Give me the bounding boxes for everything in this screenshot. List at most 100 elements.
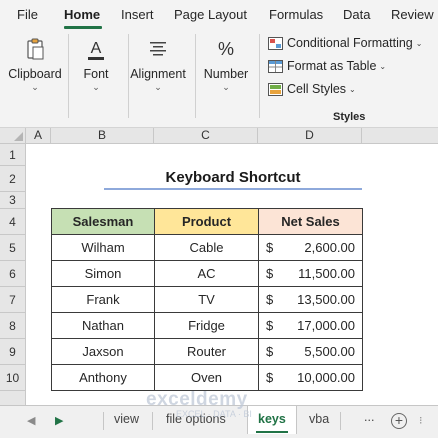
tab-formulas[interactable]: Formulas (269, 7, 323, 22)
watermark-tagline: EXCEL · DATA · BI (176, 409, 252, 419)
header-salesman[interactable]: Salesman (51, 208, 155, 235)
cell-product[interactable]: TV (154, 286, 259, 313)
cell-product[interactable]: AC (154, 260, 259, 287)
chevron-down-icon: ⌄ (379, 61, 387, 71)
table-row: Wilham Cable $2,600.00 (51, 234, 363, 261)
chevron-down-icon: ⌄ (222, 82, 230, 92)
cell-net-sales[interactable]: $10,000.00 (258, 364, 363, 391)
row-header-6[interactable]: 6 (0, 261, 26, 287)
number-button[interactable]: % Number ⌄ (191, 36, 261, 93)
column-header-empty (362, 128, 438, 144)
cell-product[interactable]: Oven (154, 364, 259, 391)
cell-salesman[interactable]: Nathan (51, 312, 155, 339)
table-row: Frank TV $13,500.00 (51, 286, 363, 313)
percent-icon: % (218, 39, 234, 59)
clipboard-icon (27, 38, 44, 60)
sheet-tab-keys[interactable]: keys (247, 406, 297, 434)
row-header-10[interactable]: 10 (0, 365, 26, 391)
amount-value: 5,500.00 (304, 344, 355, 359)
cell-net-sales[interactable]: $5,500.00 (258, 338, 363, 365)
cell-salesman[interactable]: Simon (51, 260, 155, 287)
sales-table: Salesman Product Net Sales Wilham Cable … (51, 208, 363, 391)
header-net-sales[interactable]: Net Sales (258, 208, 363, 235)
chevron-down-icon: ⌄ (31, 82, 39, 92)
clipboard-button[interactable]: Clipboard ⌄ (0, 36, 70, 93)
ribbon-divider (259, 34, 260, 118)
cell-product[interactable]: Router (154, 338, 259, 365)
tab-divider (152, 412, 153, 430)
row-header-11 (0, 391, 26, 405)
cell-net-sales[interactable]: $17,000.00 (258, 312, 363, 339)
cell-salesman[interactable]: Jaxson (51, 338, 155, 365)
table-row: Jaxson Router $5,500.00 (51, 338, 363, 365)
tab-page-layout[interactable]: Page Layout (174, 7, 247, 22)
format-table-icon (268, 59, 283, 73)
row-header-3[interactable]: 3 (0, 192, 26, 209)
chevron-down-icon: ⌄ (154, 82, 162, 92)
row-header-2[interactable]: 2 (0, 166, 26, 192)
row-header-1[interactable]: 1 (0, 144, 26, 166)
cell-styles-button[interactable]: Cell Styles ⌄ (268, 82, 356, 96)
tab-divider (340, 412, 341, 430)
scroll-menu-icon[interactable]: ⁝ (419, 414, 423, 427)
cell-net-sales[interactable]: $2,600.00 (258, 234, 363, 261)
row-header-4[interactable]: 4 (0, 209, 26, 235)
sheet-tab-view[interactable]: view (114, 412, 139, 426)
format-as-table-button[interactable]: Format as Table ⌄ (268, 59, 386, 73)
row-header-9[interactable]: 9 (0, 339, 26, 365)
column-header-c[interactable]: C (154, 128, 258, 144)
ribbon: Clipboard ⌄ A Font ⌄ Alignment ⌄ % Numbe… (0, 30, 438, 128)
currency-symbol: $ (266, 318, 274, 333)
amount-value: 13,500.00 (297, 292, 355, 307)
tab-home[interactable]: Home (64, 7, 100, 22)
chevron-down-icon: ⌄ (349, 84, 356, 94)
cell-styles-label: Cell Styles (287, 82, 347, 96)
row-header-7[interactable]: 7 (0, 287, 26, 313)
cell-product[interactable]: Cable (154, 234, 259, 261)
alignment-label: Alignment (130, 67, 186, 81)
header-product[interactable]: Product (154, 208, 259, 235)
sheet-tab-vba[interactable]: vba (309, 412, 329, 426)
tab-data[interactable]: Data (343, 7, 370, 22)
tab-file[interactable]: File (17, 7, 38, 22)
column-header-d[interactable]: D (258, 128, 362, 144)
currency-symbol: $ (266, 292, 274, 307)
cell-product[interactable]: Fridge (154, 312, 259, 339)
column-header-a[interactable]: A (26, 128, 51, 144)
alignment-button[interactable]: Alignment ⌄ (123, 36, 193, 93)
cell-net-sales[interactable]: $11,500.00 (258, 260, 363, 287)
select-all-corner[interactable] (0, 128, 26, 144)
row-header-5[interactable]: 5 (0, 235, 26, 261)
scroll-right-icon[interactable]: ▶ (55, 414, 63, 427)
cell-salesman[interactable]: Anthony (51, 364, 155, 391)
table-header-row: Salesman Product Net Sales (51, 208, 363, 235)
number-label: Number (203, 67, 249, 81)
cell-salesman[interactable]: Frank (51, 286, 155, 313)
more-sheets-button[interactable]: ... (364, 410, 374, 424)
tab-insert[interactable]: Insert (121, 7, 154, 22)
styles-group-label: Styles (333, 111, 366, 123)
row-header-8[interactable]: 8 (0, 313, 26, 339)
conditional-formatting-button[interactable]: Conditional Formatting ⌄ (268, 36, 422, 50)
sheet-tab-keys-label: keys (258, 412, 286, 426)
font-button[interactable]: A Font ⌄ (61, 36, 131, 93)
svg-text:%: % (218, 39, 234, 59)
currency-symbol: $ (266, 370, 274, 385)
chevron-down-icon: ⌄ (92, 82, 100, 92)
sheet-title-cell[interactable]: Keyboard Shortcut (104, 166, 362, 190)
conditional-formatting-icon (268, 36, 283, 50)
clipboard-label: Clipboard (8, 67, 62, 81)
active-tab-indicator (64, 26, 102, 29)
watermark-brand: exceldemy (146, 389, 248, 410)
ribbon-tab-bar: File Home Insert Page Layout Formulas Da… (0, 0, 438, 30)
add-sheet-icon[interactable]: + (391, 413, 407, 429)
format-as-table-label: Format as Table (287, 59, 377, 73)
currency-symbol: $ (266, 266, 274, 281)
cell-net-sales[interactable]: $13,500.00 (258, 286, 363, 313)
scroll-left-icon[interactable]: ◀ (27, 414, 35, 427)
active-sheet-underline (256, 431, 288, 433)
cell-salesman[interactable]: Wilham (51, 234, 155, 261)
amount-value: 11,500.00 (298, 266, 355, 281)
column-header-b[interactable]: B (51, 128, 154, 144)
tab-review[interactable]: Review (391, 7, 434, 22)
